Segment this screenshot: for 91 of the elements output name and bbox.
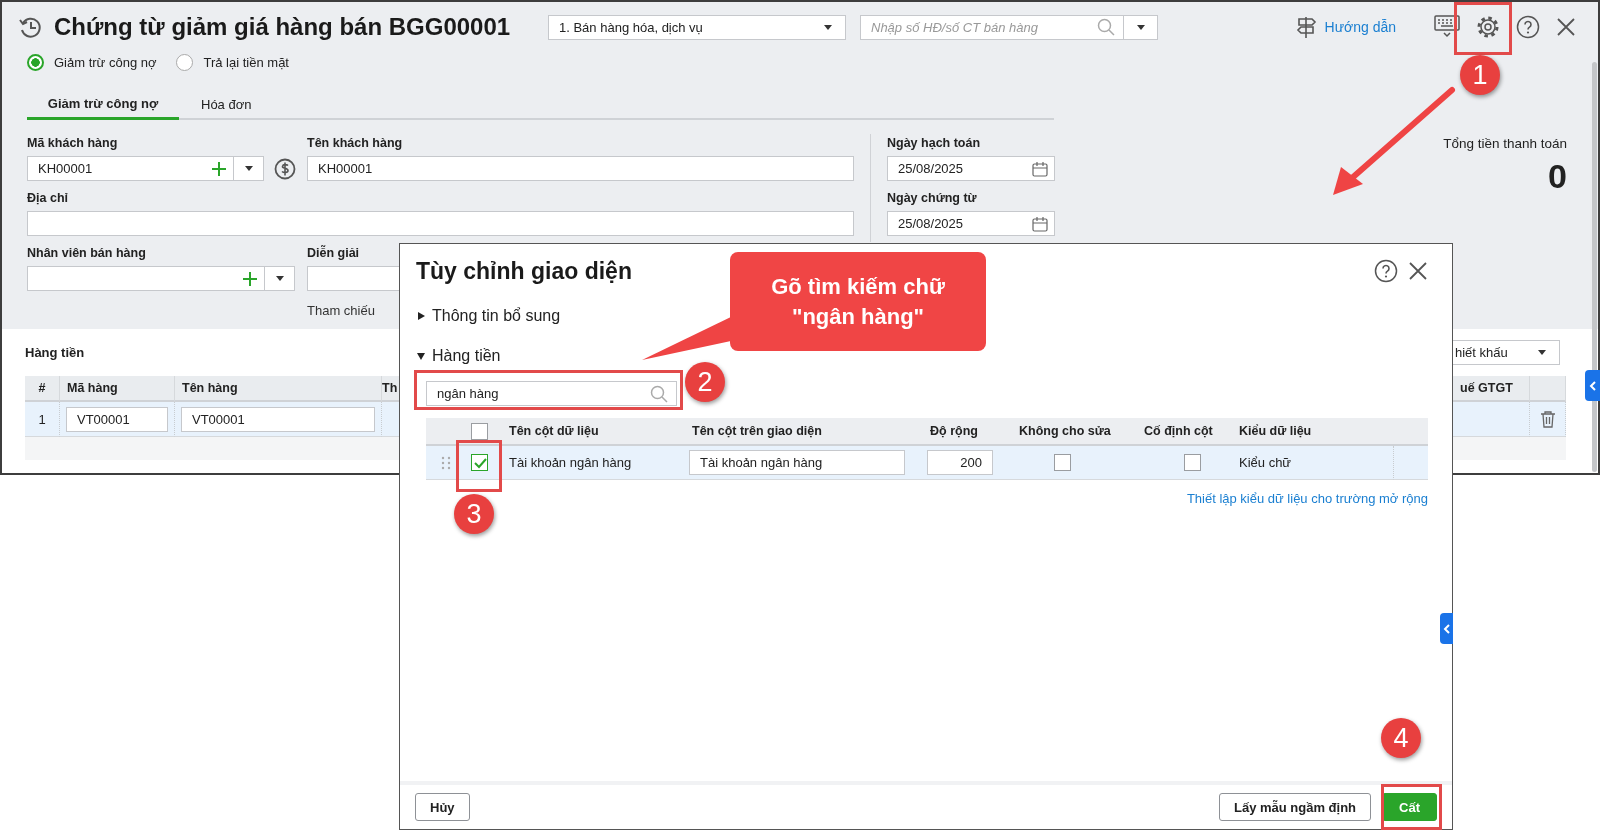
field-label: Tên khách hàng — [307, 136, 404, 152]
cell-input[interactable]: VT00001 — [181, 406, 375, 432]
total-value: 0 — [1548, 157, 1567, 196]
table-cell: Tài khoản ngân hàng — [501, 446, 684, 480]
highlight-box — [1381, 784, 1442, 830]
close-icon[interactable] — [1408, 261, 1428, 281]
column-header[interactable]: Tên hàng — [175, 376, 382, 402]
total-label: Tổng tiền thanh toán — [1443, 136, 1567, 151]
column-header[interactable]: Không cho sửa — [1011, 418, 1136, 446]
section-toggle[interactable]: Hàng tiền — [416, 346, 501, 366]
search-icon — [650, 384, 668, 403]
checkbox[interactable] — [471, 454, 488, 471]
input-field[interactable]: Nhập số HĐ/số CT bán hàng — [861, 15, 1097, 39]
calendar-icon[interactable] — [1032, 215, 1048, 232]
date-field[interactable]: 25/08/2025 — [887, 211, 1055, 236]
field-label: Ngày chứng từ — [887, 191, 978, 207]
reference-label: Tham chiếu — [307, 303, 375, 318]
table-cell: Kiểu chữ — [1231, 446, 1393, 480]
caret-icon[interactable] — [1135, 23, 1146, 31]
close-icon[interactable] — [1556, 17, 1576, 37]
input-field[interactable]: ngân hàng — [427, 382, 650, 405]
type-dropdown[interactable]: 1. Bán hàng hóa, dịch vụ — [548, 14, 846, 40]
history-icon — [18, 15, 42, 39]
section-toggle[interactable]: Thông tin bổ sung — [416, 306, 561, 326]
radio-option[interactable]: Trả lại tiền mặt — [176, 52, 289, 72]
help-icon[interactable] — [1516, 15, 1540, 39]
caret-icon[interactable] — [274, 275, 285, 282]
column-header[interactable]: Tên cột dữ liệu — [501, 418, 684, 446]
section-title: Hàng tiền — [25, 345, 85, 360]
column-header[interactable]: Tên cột trên giao diện — [684, 418, 922, 446]
default-button[interactable]: Lấy mẫu ngầm định — [1218, 793, 1372, 821]
input-field[interactable]: KH00001 — [28, 157, 212, 180]
checkbox[interactable] — [1054, 454, 1071, 471]
highlight-box — [1454, 2, 1512, 55]
plus-icon[interactable] — [243, 271, 257, 286]
collapse-tab[interactable] — [1440, 613, 1453, 644]
text-field[interactable] — [27, 211, 854, 236]
calendar-icon[interactable] — [1032, 160, 1048, 177]
cell-input[interactable]: VT00001 — [66, 406, 168, 432]
discount-dropdown[interactable]: hiết khấu — [1452, 340, 1560, 365]
cancel-button[interactable]: Hủy — [415, 793, 470, 821]
help-icon[interactable] — [1374, 259, 1398, 283]
highlight-box — [456, 440, 502, 492]
cell-input[interactable]: Tài khoản ngân hàng — [689, 450, 905, 475]
window-title: Chứng từ giảm giá hàng bán BGG00001 — [54, 13, 512, 41]
search-field[interactable]: Nhập số HĐ/số CT bán hàng — [860, 14, 1158, 40]
table-cell — [1393, 446, 1428, 480]
input-field[interactable]: 25/08/2025 — [888, 212, 1032, 235]
chevron-icon[interactable] — [1442, 623, 1451, 634]
field-label: Mã khách hàng — [27, 136, 119, 152]
chevron-icon[interactable] — [1588, 380, 1597, 391]
column-header[interactable]: uế GTGT — [1453, 376, 1530, 402]
radio-option[interactable]: Giảm trừ công nợ — [27, 52, 157, 72]
scrollbar[interactable] — [1592, 62, 1597, 472]
column-header[interactable]: Kiểu dữ liệu — [1231, 418, 1393, 446]
caret-icon[interactable] — [823, 23, 833, 31]
settings-icon[interactable] — [1476, 15, 1500, 39]
field-label: Nhân viên bán hàng — [27, 246, 147, 262]
field-label: Diễn giải — [307, 246, 361, 262]
search-field[interactable]: ngân hàng — [426, 381, 677, 406]
collapse-tab[interactable] — [1585, 370, 1600, 401]
select-all-checkbox[interactable] — [471, 422, 488, 440]
signpost-icon[interactable] — [1294, 15, 1317, 39]
column-header[interactable]: Cố định cột — [1136, 418, 1231, 446]
cell-input[interactable]: 200 — [927, 450, 993, 475]
search-icon — [1097, 18, 1115, 36]
guide-link[interactable]: Hướng dẫn — [1324, 19, 1396, 35]
column-header[interactable]: Độ rộng — [922, 418, 1011, 446]
date-field[interactable]: 25/08/2025 — [887, 156, 1055, 181]
caret-icon[interactable] — [243, 165, 254, 172]
caret-icon[interactable] — [1537, 349, 1547, 356]
callout: Gõ tìm kiếm chữ "ngân hàng" — [730, 252, 986, 351]
column-header[interactable]: Mã hàng — [60, 376, 175, 402]
text-field[interactable]: KH00001 — [307, 156, 854, 181]
drag-handle-icon[interactable] — [441, 455, 451, 470]
checkbox[interactable] — [1184, 454, 1201, 471]
column-header[interactable]: # — [25, 376, 60, 402]
header-cell — [1393, 418, 1428, 446]
dialog-title: Tùy chỉnh giao diện — [416, 257, 632, 285]
keyboard-icon[interactable] — [1434, 14, 1460, 40]
plus-icon[interactable] — [212, 161, 226, 176]
header-cell — [1530, 376, 1566, 402]
dollar-icon[interactable] — [274, 158, 296, 180]
input-field[interactable]: 25/08/2025 — [888, 157, 1032, 180]
combo-field[interactable] — [27, 266, 295, 291]
row-number: 1 — [25, 402, 60, 437]
link[interactable]: Thiết lập kiểu dữ liệu cho trường mở rộng — [1186, 491, 1428, 506]
field-label: Địa chỉ — [27, 191, 69, 207]
field-label: Ngày hạch toán — [887, 136, 982, 152]
combo-field[interactable]: KH00001 — [27, 156, 264, 181]
trash-icon[interactable] — [1539, 410, 1556, 428]
